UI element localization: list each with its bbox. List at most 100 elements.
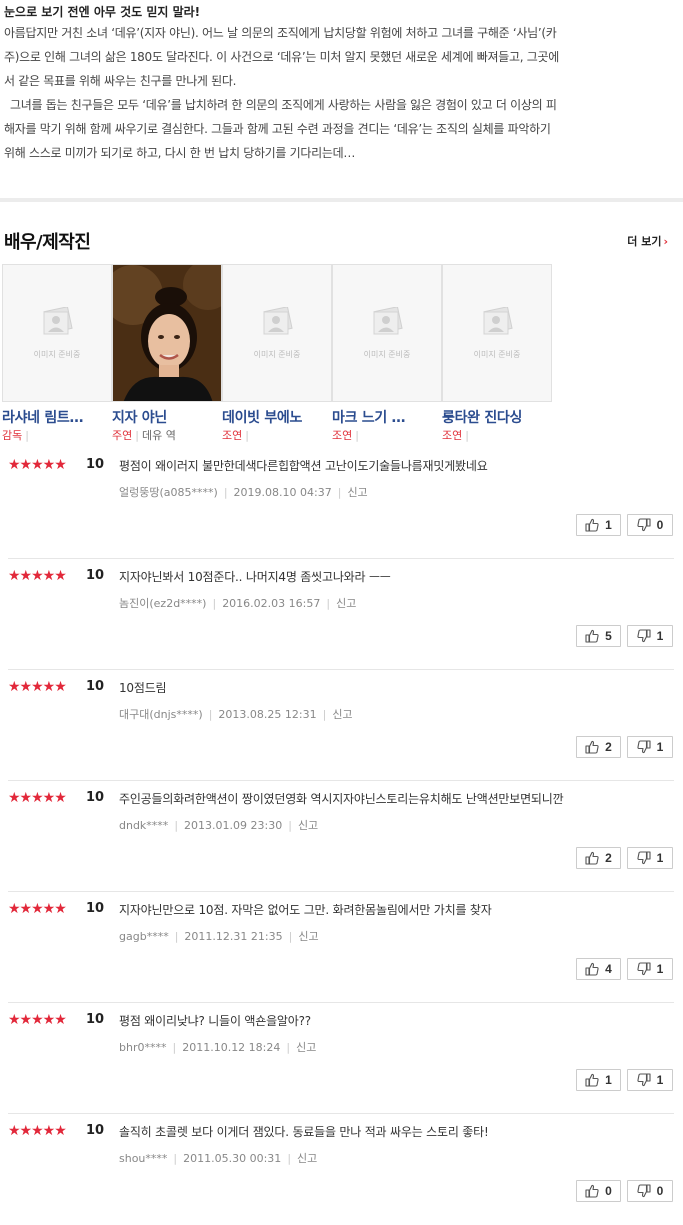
review-meta: shou**** | 2011.05.30 00:31 | 신고	[119, 1152, 318, 1165]
review-user[interactable]: shou****	[119, 1152, 167, 1165]
cast-photo-placeholder[interactable]: 이미지 준비중	[442, 264, 552, 402]
review-score: 10	[86, 457, 105, 472]
thumbs-down-icon	[637, 740, 651, 754]
review-comment: 주인공들의화려한액션이 짱이였던영화 역시지자야닌스토리는유치해도 난액션만보면…	[119, 792, 564, 806]
thumbs-up-icon	[585, 740, 599, 754]
dislike-button[interactable]: 0	[627, 1180, 673, 1202]
review-item: ★★★★★ 10 평점 왜이리낮냐? 니들이 액숀을알아?? bhr0**** |…	[8, 1003, 674, 1114]
chevron-right-icon: ›	[663, 235, 668, 248]
review-comment: 지자야닌만으로 10점. 자막은 없어도 그만. 화려한몸놀림에서만 가치를 찾…	[119, 903, 492, 917]
synopsis-line: 아름답지만 거친 소녀 ‘데유’(지자 야닌). 어느 날 의문의 조직에게 납…	[4, 26, 559, 88]
review-item: ★★★★★ 10 10점드림 대구대(dnjs****) | 2013.08.25 …	[8, 670, 674, 781]
thumbs-up-icon	[585, 518, 599, 532]
more-cast-link[interactable]: 더 보기 ›	[627, 233, 668, 249]
thumbs-up-icon	[585, 629, 599, 643]
review-comment: 솔직히 초콜렛 보다 이게더 잼있다. 동료들을 만나 적과 싸우는 스토리 좋…	[119, 1125, 489, 1139]
thumbs-down-icon	[637, 629, 651, 643]
star-rating-icon: ★★★★★	[8, 790, 67, 806]
placeholder-text: 이미지 준비중	[33, 350, 81, 359]
cast-card[interactable]: 이미지 준비중 룽타완 진다싱 조연 |	[442, 264, 552, 444]
like-count: 4	[605, 962, 612, 976]
review-comment: 평점이 왜이러지 불만한데색다른힙합액션 고난이도기술들나름재밋게봤네요	[119, 459, 488, 473]
review-score: 10	[86, 1012, 105, 1027]
star-rating-icon: ★★★★★	[8, 568, 67, 584]
like-button[interactable]: 4	[576, 958, 621, 980]
report-link[interactable]: 신고	[332, 708, 352, 721]
dislike-count: 1	[656, 740, 664, 754]
review-item: ★★★★★ 10 평점이 왜이러지 불만한데색다른힙합액션 고난이도기술들나름재…	[8, 448, 674, 559]
review-list: ★★★★★ 10 평점이 왜이러지 불만한데색다른힙합액션 고난이도기술들나름재…	[8, 448, 674, 1225]
cast-role-line: 조연 |	[332, 429, 359, 442]
cast-card[interactable]: 이미지 준비중 데이빗 부에노 조연 |	[222, 264, 332, 444]
review-user[interactable]: dndk****	[119, 819, 168, 832]
cast-character: 데유 역	[141, 429, 176, 442]
cast-name-link[interactable]: 마크 느기 …	[332, 408, 442, 428]
report-link[interactable]: 신고	[347, 486, 367, 499]
cast-card[interactable]: 이미지 준비중 마크 느기 … 조연 |	[332, 264, 442, 444]
review-item: ★★★★★ 10 지자야닌봐서 10점준다.. 나머지4명 좀씻고나와라 ㅡㅡ …	[8, 559, 674, 670]
dislike-button[interactable]: 1	[627, 736, 673, 758]
image-placeholder-icon	[483, 307, 513, 335]
review-item: ★★★★★ 10 솔직히 초콜렛 보다 이게더 잼있다. 동료들을 만나 적과 …	[8, 1114, 674, 1225]
cast-section-title: 배우/제작진	[4, 232, 91, 253]
report-link[interactable]: 신고	[336, 597, 356, 610]
section-divider	[0, 198, 683, 202]
thumbs-up-icon	[585, 851, 599, 865]
synopsis-line: 그녀를 돕는 친구들은 모두 ‘데유’를 납치하려 한 의문의 조직에게 사랑하…	[4, 98, 557, 160]
review-user[interactable]: gagb****	[119, 930, 169, 943]
review-user[interactable]: 얼렁뚱땅(a085****)	[119, 486, 218, 499]
report-link[interactable]: 신고	[298, 819, 318, 832]
review-user[interactable]: 대구대(dnjs****)	[119, 708, 203, 721]
review-user[interactable]: 놈진이(ez2d****)	[119, 597, 206, 610]
cast-name-link[interactable]: 라샤네 림트…	[2, 408, 112, 428]
placeholder-text: 이미지 준비중	[473, 350, 521, 359]
cast-photo-placeholder[interactable]: 이미지 준비중	[332, 264, 442, 402]
review-meta: gagb**** | 2011.12.31 21:35 | 신고	[119, 930, 319, 943]
dislike-button[interactable]: 1	[627, 958, 673, 980]
review-date: 2013.08.25 12:31	[218, 708, 317, 721]
review-comment: 평점 왜이리낮냐? 니들이 액숀을알아??	[119, 1014, 311, 1028]
cast-card[interactable]: 지자 야닌 주연 | 데유 역	[112, 264, 222, 444]
synopsis: 눈으로 보기 전엔 아무 것도 믿지 말라! 아름답지만 거친 소녀 ‘데유’(…	[4, 4, 679, 165]
review-score: 10	[86, 1123, 105, 1138]
cast-photo-placeholder[interactable]: 이미지 준비중	[222, 264, 332, 402]
actor-portrait-image	[113, 265, 221, 401]
cast-name-link[interactable]: 데이빗 부에노	[222, 408, 332, 428]
review-meta: bhr0**** | 2011.10.12 18:24 | 신고	[119, 1041, 317, 1054]
report-link[interactable]: 신고	[296, 1041, 316, 1054]
like-count: 2	[605, 740, 612, 754]
review-date: 2016.02.03 16:57	[222, 597, 321, 610]
cast-role: 감독	[2, 429, 23, 442]
like-count: 1	[605, 518, 612, 532]
like-button[interactable]: 2	[576, 847, 621, 869]
dislike-count: 1	[656, 851, 664, 865]
like-button[interactable]: 1	[576, 514, 621, 536]
dislike-button[interactable]: 1	[627, 625, 673, 647]
cast-name-link[interactable]: 룽타완 진다싱	[442, 408, 552, 428]
review-score: 10	[86, 901, 105, 916]
dislike-button[interactable]: 0	[627, 514, 673, 536]
cast-role: 조연	[222, 429, 243, 442]
cast-photo-placeholder[interactable]: 이미지 준비중	[2, 264, 112, 402]
review-meta: dndk**** | 2013.01.09 23:30 | 신고	[119, 819, 319, 832]
like-count: 0	[605, 1184, 612, 1198]
like-button[interactable]: 5	[576, 625, 621, 647]
like-button[interactable]: 2	[576, 736, 621, 758]
review-user[interactable]: bhr0****	[119, 1041, 166, 1054]
report-link[interactable]: 신고	[298, 930, 318, 943]
cast-name-link[interactable]: 지자 야닌	[112, 408, 222, 428]
star-rating-icon: ★★★★★	[8, 457, 67, 473]
synopsis-title: 눈으로 보기 전엔 아무 것도 믿지 말라!	[4, 5, 201, 19]
cast-photo[interactable]	[112, 264, 222, 402]
dislike-button[interactable]: 1	[627, 847, 673, 869]
cast-role-line: 조연 |	[222, 429, 249, 442]
cast-section-header: 배우/제작진 더 보기 ›	[4, 228, 668, 253]
cast-card[interactable]: 이미지 준비중 라샤네 림트… 감독 |	[2, 264, 112, 444]
like-button[interactable]: 0	[576, 1180, 621, 1202]
review-comment: 지자야닌봐서 10점준다.. 나머지4명 좀씻고나와라 ㅡㅡ	[119, 570, 391, 584]
like-button[interactable]: 1	[576, 1069, 621, 1091]
cast-list: 이미지 준비중 라샤네 림트… 감독 | 지자 야닌 주연 | 데유 역 이미지…	[2, 264, 554, 446]
dislike-button[interactable]: 1	[627, 1069, 673, 1091]
cast-role-line: 조연 |	[442, 429, 469, 442]
report-link[interactable]: 신고	[297, 1152, 317, 1165]
